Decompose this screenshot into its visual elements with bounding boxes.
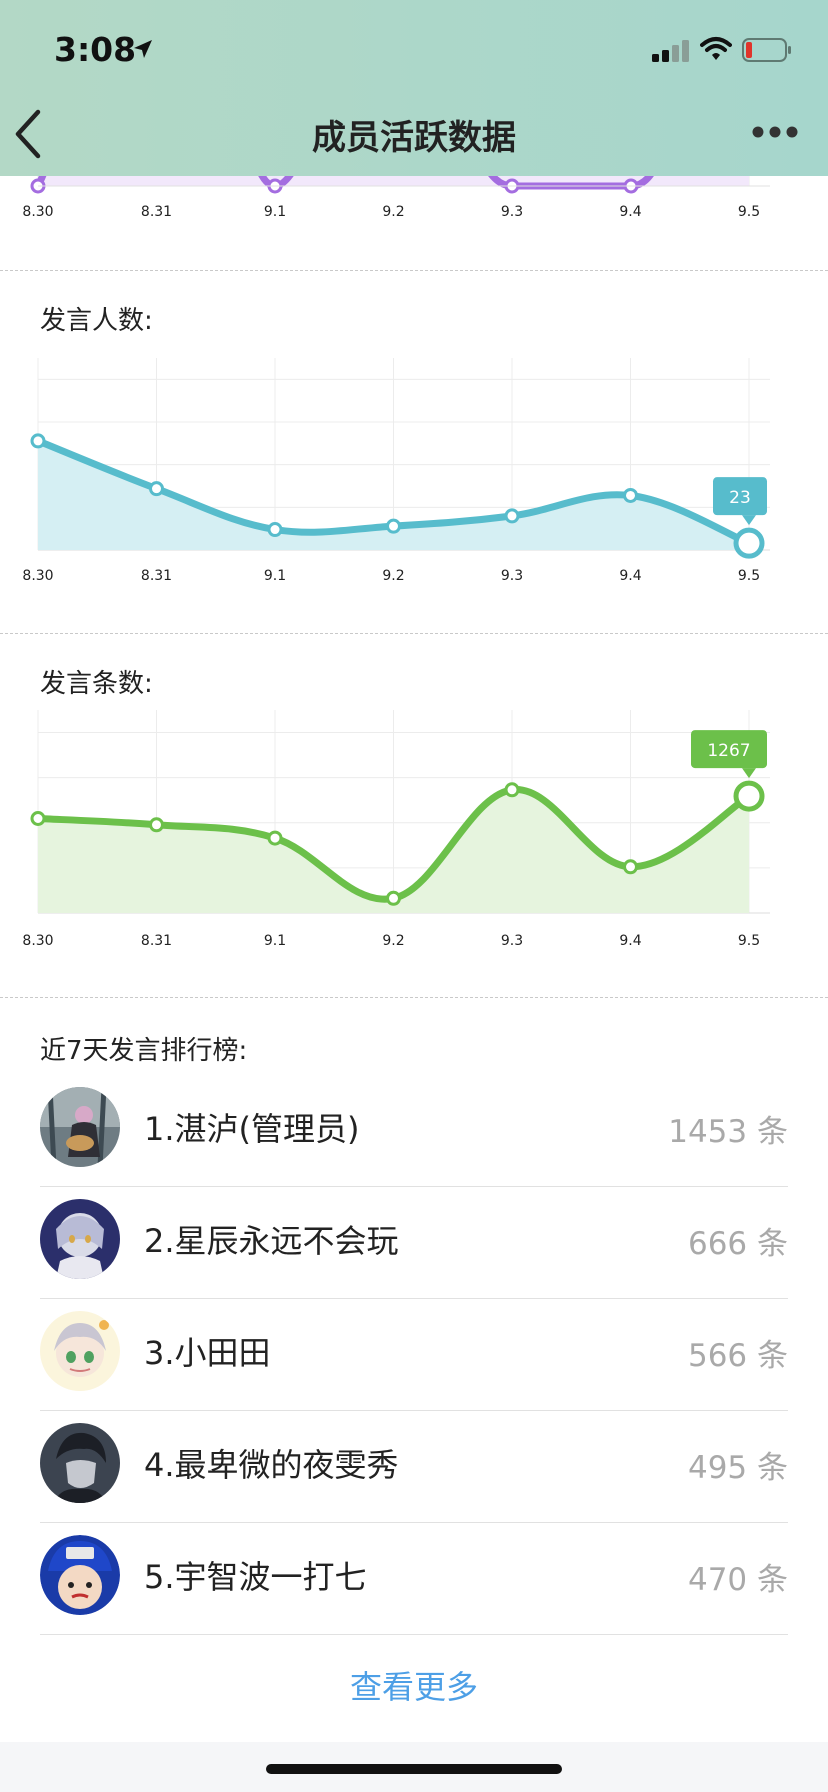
- x-tick-label: 9.2: [382, 933, 404, 949]
- status-time: 3:08: [54, 30, 137, 69]
- section-divider: [0, 270, 828, 271]
- ranking-list: 1.湛泸(管理员) 1453 条 2.星辰永远不会玩 666 条 3.小田田 5…: [40, 1075, 788, 1635]
- avatar[interactable]: [40, 1311, 120, 1391]
- x-tick-label: 9.1: [264, 568, 286, 584]
- avatar[interactable]: [40, 1535, 120, 1615]
- message-count: 470 条: [687, 1562, 788, 1598]
- data-point-highlight: [733, 527, 765, 559]
- ranking-title: 近7天发言排行榜:: [40, 1036, 248, 1066]
- avatar[interactable]: [40, 1087, 120, 1167]
- x-tick-label: 8.30: [22, 568, 53, 584]
- message-count: 1453 条: [668, 1114, 788, 1150]
- data-point: [30, 811, 46, 826]
- ranking-row[interactable]: 2.星辰永远不会玩 666 条: [40, 1187, 788, 1299]
- ranking-row[interactable]: 5.宇智波一打七 470 条: [40, 1523, 788, 1635]
- member-name: 5.宇智波一打七: [144, 1558, 367, 1596]
- x-tick-label: 8.31: [141, 204, 172, 220]
- x-tick-label: 9.4: [619, 204, 641, 220]
- message-count: 566 条: [687, 1338, 788, 1374]
- tooltip-value: 1267: [707, 741, 750, 761]
- message-count: 495 条: [687, 1450, 788, 1486]
- message-count: 666 条: [687, 1226, 788, 1262]
- message-count-chart: 1267 8.30 8.31 9.1 9.2 9.3 9.4 9.5: [22, 710, 770, 949]
- tooltip-pointer: [742, 515, 756, 526]
- section-divider: [0, 633, 828, 634]
- member-name: 3.小田田: [144, 1334, 271, 1372]
- data-point: [623, 487, 638, 503]
- data-point: [386, 518, 401, 534]
- data-point: [504, 508, 520, 524]
- more-options-button[interactable]: [750, 120, 800, 144]
- tooltip-pointer: [742, 768, 756, 779]
- see-more-link[interactable]: 查看更多: [0, 1662, 828, 1708]
- x-tick-label: 8.30: [22, 933, 53, 949]
- battery-icon: [742, 38, 791, 62]
- x-tick-label: 9.5: [738, 933, 760, 949]
- x-tick-label: 9.4: [619, 568, 641, 584]
- x-tick-label: 8.30: [22, 204, 53, 220]
- member-name: 4.最卑微的夜雯秀: [144, 1446, 399, 1484]
- location-arrow-icon: [134, 40, 152, 58]
- page-title: 成员活跃数据: [312, 118, 516, 158]
- avatar[interactable]: [40, 1199, 120, 1279]
- data-point: [386, 890, 401, 906]
- x-tick-label: 9.3: [501, 204, 523, 220]
- header-bar: 3:08 成员活跃数据: [0, 0, 828, 176]
- data-point-highlight: [733, 780, 765, 812]
- data-point: [30, 433, 46, 449]
- ranking-row[interactable]: 3.小田田 566 条: [40, 1299, 788, 1411]
- x-tick-label: 9.4: [619, 933, 641, 949]
- x-tick-label: 8.31: [141, 933, 172, 949]
- ranking-row[interactable]: 1.湛泸(管理员) 1453 条: [40, 1075, 788, 1187]
- x-tick-label: 9.3: [501, 933, 523, 949]
- x-tick-label: 9.3: [501, 568, 523, 584]
- tooltip-value: 23: [729, 488, 751, 508]
- data-point: [149, 817, 164, 833]
- data-point: [267, 830, 283, 846]
- data-point: [267, 522, 283, 538]
- cell-signal-icon: [652, 40, 689, 62]
- x-tick-label: 9.1: [264, 204, 286, 220]
- data-point: [149, 481, 164, 497]
- data-point: [504, 782, 520, 798]
- member-name: 1.湛泸(管理员): [144, 1110, 360, 1148]
- member-name: 2.星辰永远不会玩: [144, 1222, 399, 1260]
- x-tick-label: 9.1: [264, 933, 286, 949]
- section-divider: [0, 997, 828, 998]
- x-tick-label: 9.5: [738, 568, 760, 584]
- ranking-row[interactable]: 4.最卑微的夜雯秀 495 条: [40, 1411, 788, 1523]
- x-tick-label: 9.5: [738, 204, 760, 220]
- data-point: [623, 859, 638, 875]
- wifi-icon: [700, 37, 732, 60]
- x-tick-label: 9.2: [382, 204, 404, 220]
- speaker-count-chart: 23 8.30 8.31 9.1 9.2 9.3 9.4 9.5: [22, 358, 770, 584]
- x-tick-label: 8.31: [141, 568, 172, 584]
- x-tick-label: 9.2: [382, 568, 404, 584]
- avatar[interactable]: [40, 1423, 120, 1503]
- message-chart-title: 发言条数:: [40, 669, 153, 699]
- home-indicator: [266, 1764, 562, 1774]
